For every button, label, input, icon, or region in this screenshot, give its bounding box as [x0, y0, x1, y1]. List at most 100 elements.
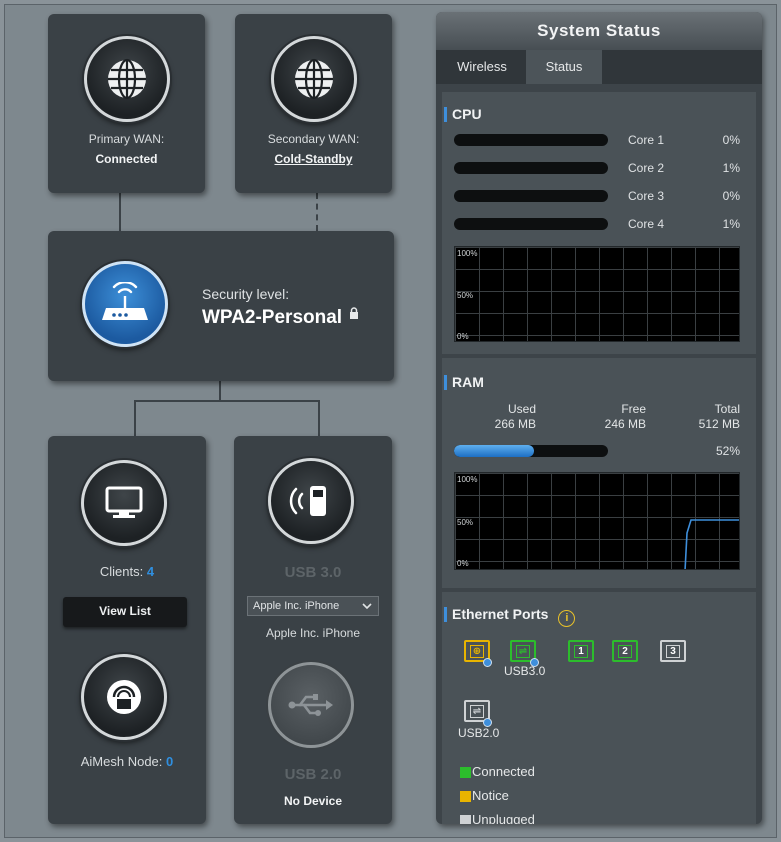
core1-percent: 0%: [722, 133, 740, 147]
secondary-wan-globe-button[interactable]: [271, 36, 357, 122]
primary-wan-connector: [119, 193, 121, 231]
core4-percent: 1%: [722, 217, 740, 231]
aimesh-count: 0: [166, 754, 174, 769]
ram-heading: RAM: [444, 374, 484, 390]
core1-usage-bar: [454, 134, 608, 146]
usb20-button[interactable]: [268, 662, 354, 748]
core2-percent: 1%: [722, 161, 740, 175]
core2-usage-bar: [454, 162, 608, 174]
ram-used-value: 266 MB: [494, 417, 536, 431]
lan1-port[interactable]: 1: [568, 640, 594, 662]
secondary-wan-card[interactable]: Secondary WAN: Cold-Standby: [235, 14, 392, 193]
core2-label: Core 2: [628, 161, 665, 175]
status-tabs: Wireless Status: [436, 50, 762, 84]
clients-connector: [134, 400, 136, 436]
lock-icon: [350, 307, 359, 319]
usb3-port-label: USB3.0: [504, 664, 546, 678]
system-status-title: System Status: [436, 12, 762, 50]
system-status-panel: System Status Wireless Status CPU Core 1…: [436, 12, 762, 824]
ram-history-graph: 100% 50% 0%: [454, 472, 740, 570]
cpu-section: CPU Core 1 0% Core 2 1% Core 3 0% Core 4…: [442, 92, 756, 354]
ram-usage-fill: [454, 445, 535, 457]
lan1-port-number: 1: [574, 645, 588, 658]
ram-free-label: Free: [621, 402, 646, 416]
usb30-selected-device: Apple Inc. iPhone: [253, 600, 340, 612]
router-card[interactable]: Security level: WPA2-Personal: [48, 231, 394, 381]
secondary-wan-status-link[interactable]: Cold-Standby: [235, 152, 392, 166]
core3-usage-bar: [454, 190, 608, 202]
usb-symbol-icon: [288, 694, 333, 716]
usb2-port-label: USB2.0: [458, 726, 500, 740]
tab-status[interactable]: Status: [526, 50, 602, 84]
primary-wan-globe-button[interactable]: [84, 36, 170, 122]
monitor-icon: [105, 486, 143, 518]
core4-label: Core 4: [628, 217, 665, 231]
aimesh-label: AiMesh Node:: [80, 754, 163, 769]
ram-free-value: 246 MB: [604, 417, 646, 431]
legend-notice-label: Notice: [472, 788, 509, 803]
security-level-label: Security level:: [202, 286, 290, 302]
primary-wan-label: Primary WAN:: [88, 132, 165, 146]
usb2-port-icon: ⇌: [470, 705, 484, 718]
ram-total-label: Total: [714, 402, 740, 416]
router-button[interactable]: [82, 261, 168, 347]
ram-used-label: Used: [507, 402, 536, 416]
tab-wireless[interactable]: Wireless: [444, 50, 520, 84]
core3-label: Core 3: [628, 189, 665, 203]
primary-wan-status: Connected: [95, 152, 158, 166]
ethernet-heading: Ethernet Ports i: [443, 606, 576, 627]
usb-card: USB 3.0 Apple Inc. iPhone Apple Inc. iPh…: [234, 436, 392, 824]
ram-total-value: 512 MB: [698, 417, 740, 431]
usb30-label: USB 3.0: [284, 564, 342, 581]
cpu-graph-tick-0: 0%: [457, 332, 469, 341]
core1-label: Core 1: [628, 133, 665, 147]
lan3-port-number: 3: [666, 645, 680, 658]
chevron-down-icon: [362, 603, 372, 609]
clients-count-label: Clients: 4: [48, 564, 206, 579]
ram-usage-line: [684, 519, 739, 569]
aimesh-count-label: AiMesh Node: 0: [48, 754, 206, 769]
lan2-port[interactable]: 2: [612, 640, 638, 662]
usb30-device-select[interactable]: Apple Inc. iPhone: [247, 596, 379, 616]
core4-usage-bar: [454, 218, 608, 230]
cpu-history-graph: 100% 50% 0%: [454, 246, 740, 342]
security-level-value: WPA2-Personal: [202, 307, 359, 329]
secondary-wan-connector: [316, 193, 318, 231]
wan-port-status-dot: [483, 658, 492, 667]
aimesh-button[interactable]: [81, 654, 167, 740]
lan2-port-number: 2: [618, 645, 632, 658]
usb-port-icon: ⇌: [516, 645, 530, 658]
legend-unplugged-swatch: [460, 815, 471, 824]
clients-card: Clients: 4 View List AiMesh Node: 0: [48, 436, 206, 824]
clients-button[interactable]: [81, 460, 167, 546]
clients-label: Clients:: [99, 564, 144, 579]
ethernet-heading-text: Ethernet Ports: [452, 606, 549, 622]
primary-wan-card[interactable]: Primary WAN: Connected: [48, 14, 205, 193]
legend-connected-label: Connected: [472, 764, 535, 779]
router-down-connector: [219, 381, 221, 401]
router-icon: [102, 282, 148, 320]
usb-wireless-icon: [289, 486, 326, 516]
legend-connected-swatch: [460, 767, 471, 778]
view-list-button[interactable]: View List: [63, 597, 187, 627]
info-icon[interactable]: i: [558, 610, 576, 627]
secondary-wan-label: Secondary WAN:: [267, 132, 360, 146]
globe-icon: [295, 58, 333, 100]
cpu-graph-tick-100: 100%: [457, 249, 478, 258]
security-level-text: WPA2-Personal: [202, 307, 343, 328]
globe-port-icon: ⊕: [470, 645, 484, 658]
ethernet-section: Ethernet Ports i ⊕ ⇌ USB3.0 1 2 3 ⇌ USB2…: [442, 592, 756, 824]
cpu-graph-tick-50: 50%: [457, 291, 474, 300]
usb30-device-name: Apple Inc. iPhone: [265, 626, 361, 640]
usb30-button[interactable]: [268, 458, 354, 544]
globe-icon: [108, 58, 146, 100]
usb-connector: [318, 400, 320, 436]
branch-connector: [134, 400, 320, 402]
core3-percent: 0%: [722, 189, 740, 203]
legend-unplugged-label: Unplugged: [472, 812, 535, 824]
lan3-port[interactable]: 3: [660, 640, 686, 662]
ram-usage-bar: [454, 445, 608, 457]
usb20-label: USB 2.0: [284, 766, 342, 783]
ram-section: RAM Used 266 MB Free 246 MB Total 512 MB…: [442, 358, 756, 588]
clients-count: 4: [146, 564, 155, 579]
